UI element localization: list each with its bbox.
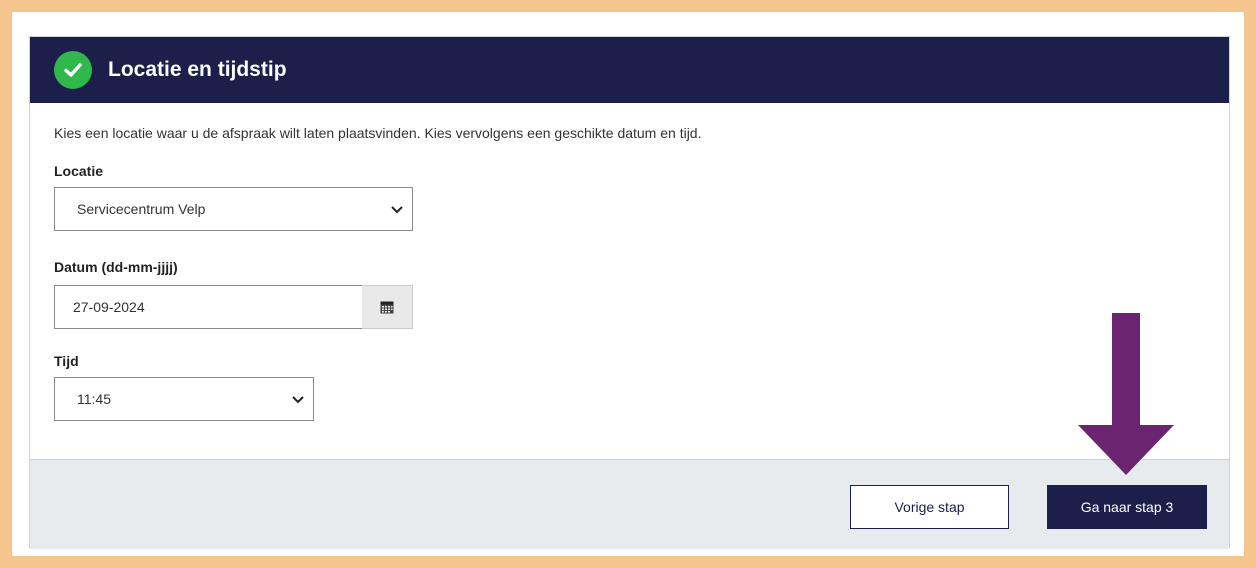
check-circle-icon (54, 51, 92, 89)
appointment-step-card: Locatie en tijdstip Kies een locatie waa… (29, 36, 1230, 549)
card-header: Locatie en tijdstip (30, 37, 1229, 103)
location-select[interactable]: Servicecentrum Velp (54, 187, 413, 231)
time-select[interactable]: 11:45 (54, 377, 314, 421)
next-step-button[interactable]: Ga naar stap 3 (1047, 485, 1207, 529)
intro-text: Kies een locatie waar u de afspraak wilt… (54, 125, 702, 141)
screenshot-frame: Locatie en tijdstip Kies een locatie waa… (12, 12, 1244, 556)
time-selected-value: 11:45 (77, 391, 111, 407)
date-value: 27-09-2024 (73, 299, 145, 315)
arrow-down-icon (1078, 313, 1174, 475)
chevron-down-icon (391, 206, 403, 214)
card-footer: Vorige stap Ga naar stap 3 (30, 459, 1229, 549)
section-title: Locatie en tijdstip (108, 58, 287, 81)
chevron-down-icon (292, 396, 304, 404)
location-label: Locatie (54, 163, 104, 179)
date-input[interactable]: 27-09-2024 (54, 285, 363, 329)
time-label: Tijd (54, 353, 79, 369)
date-label: Datum (dd-mm-jjjj) (54, 259, 178, 275)
previous-step-button[interactable]: Vorige stap (850, 485, 1009, 529)
calendar-icon (380, 301, 394, 314)
location-selected-value: Servicecentrum Velp (77, 201, 206, 217)
calendar-button[interactable] (362, 285, 413, 329)
